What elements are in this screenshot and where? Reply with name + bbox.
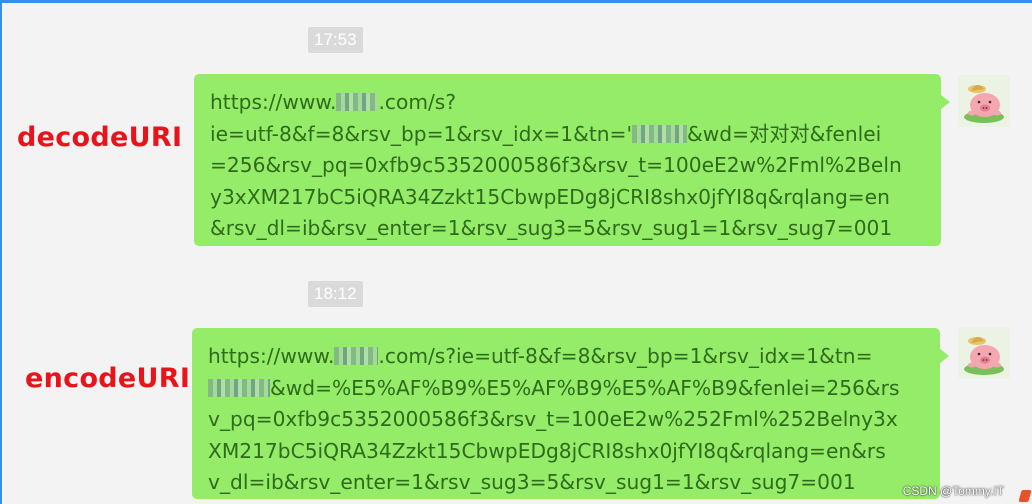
message-text: &wd=对对对&fenlei bbox=[687, 121, 882, 146]
message-text: .com/s?ie=utf-8&f=8&rsv_bp=1&rsv_idx=1&t… bbox=[378, 344, 873, 368]
message-line: v_dl=ib&rsv_enter=1&rsv_sug3=5&rsv_sug1=… bbox=[208, 470, 856, 494]
decode-uri-label: decodeURI bbox=[17, 122, 183, 153]
pig-avatar-icon bbox=[958, 75, 1010, 127]
message-line: https://www. .com/s? bbox=[210, 87, 925, 119]
message-line: =256&rsv_pq=0xfb9c5352000586f3&rsv_t=100… bbox=[210, 153, 902, 177]
corner-mark-icon bbox=[1018, 490, 1032, 502]
window-left-border bbox=[0, 0, 2, 504]
chat-message-bubble[interactable]: https://www. .com/s?ie=utf-8&f=8&rsv_bp=1… bbox=[192, 328, 949, 499]
message-timestamp: 18:12 bbox=[308, 281, 363, 307]
message-text: .com/s? bbox=[378, 90, 457, 114]
csdn-watermark: CSDN @Tommy.IT bbox=[902, 484, 1004, 498]
message-timestamp: 17:53 bbox=[308, 27, 363, 53]
window-top-border bbox=[0, 0, 1032, 3]
chat-message-bubble[interactable]: https://www. .com/s? ie=utf-8&f=8&rsv_bp=… bbox=[194, 74, 950, 246]
message-line: &rsv_dl=ib&rsv_enter=1&rsv_sug3=5&rsv_su… bbox=[210, 216, 893, 240]
redacted-mosaic bbox=[208, 378, 270, 397]
redacted-mosaic bbox=[334, 347, 379, 365]
message-line: y3xXM217bC5iQRA34Zzkt15CbwpEDg8jCRI8shx0… bbox=[210, 184, 890, 209]
message-line: ie=utf-8&f=8&rsv_bp=1&rsv_idx=1&tn=' &wd=… bbox=[210, 119, 925, 151]
redacted-mosaic bbox=[632, 124, 688, 143]
user-avatar[interactable] bbox=[958, 327, 1010, 379]
pig-avatar-icon bbox=[958, 327, 1010, 379]
message-text: &wd=%E5%AF%B9%E5%AF%B9%E5%AF%B9&fenlei=2… bbox=[270, 375, 900, 400]
message-text: ie=utf-8&f=8&rsv_bp=1&rsv_idx=1&tn=' bbox=[210, 121, 633, 146]
message-text: https://www. bbox=[210, 90, 337, 114]
message-line: v_pq=0xfb9c5352000586f3&rsv_t=100eE2w%25… bbox=[208, 407, 898, 431]
redacted-mosaic bbox=[336, 93, 379, 111]
message-line: &wd=%E5%AF%B9%E5%AF%B9%E5%AF%B9&fenlei=2… bbox=[208, 373, 924, 405]
message-line: https://www. .com/s?ie=utf-8&f=8&rsv_bp=1… bbox=[208, 341, 924, 373]
message-text: https://www. bbox=[208, 344, 335, 368]
message-line: XM217bC5iQRA34Zzkt15CbwpEDg8jCRI8shx0jfY… bbox=[208, 438, 886, 463]
user-avatar[interactable] bbox=[958, 75, 1010, 127]
encode-uri-label: encodeURI bbox=[25, 363, 191, 394]
